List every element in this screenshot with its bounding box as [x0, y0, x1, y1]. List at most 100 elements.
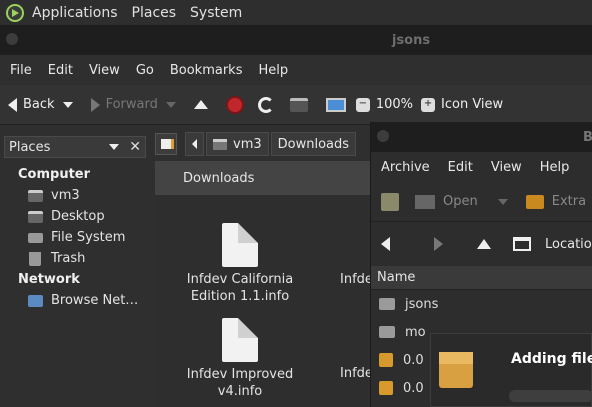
up-button[interactable] — [193, 100, 208, 109]
folder-icon — [379, 298, 395, 310]
open-icon — [415, 194, 435, 209]
back-label: Back — [23, 97, 55, 112]
breadcrumb-back[interactable] — [185, 132, 204, 156]
sidebar-selector-label: Places — [9, 139, 51, 155]
up-arrow-icon[interactable] — [477, 239, 491, 249]
up-arrow-icon — [193, 100, 208, 109]
menu-file[interactable]: File — [10, 63, 32, 78]
window-titlebar[interactable]: jsons — [0, 25, 592, 55]
reload-icon — [257, 96, 274, 113]
reload-button[interactable] — [257, 96, 274, 113]
sidebar-item-label: vm3 — [51, 188, 80, 203]
window-close-icon[interactable] — [377, 130, 389, 142]
forward-button[interactable]: Forward — [90, 97, 176, 112]
view-mode-select[interactable]: Icon View — [441, 97, 503, 112]
column-header-name[interactable]: Name — [371, 266, 592, 290]
menu-help[interactable]: Help — [258, 63, 288, 78]
list-item-label: jsons — [405, 296, 439, 312]
open-button[interactable]: Open — [443, 194, 478, 209]
sidebar-item-label: Desktop — [51, 209, 105, 224]
sidebar-item-vm3[interactable]: vm3 — [0, 185, 150, 206]
sidebar-item-desktop[interactable]: Desktop — [0, 206, 150, 227]
forward-arrow-icon — [90, 97, 100, 112]
archive-box-icon — [439, 352, 473, 388]
archive-nav: Locatio — [371, 222, 592, 266]
window-title: jsons — [391, 33, 431, 48]
back-button[interactable]: Back — [8, 97, 73, 112]
file-item[interactable]: Infdev Improved v4.info — [170, 318, 310, 400]
breadcrumb-label: vm3 — [233, 136, 262, 152]
breadcrumb-label: Downloads — [277, 136, 350, 152]
home-icon — [213, 138, 227, 150]
menu-applications[interactable]: Applications — [32, 5, 118, 21]
sidebar-item-label: File System — [51, 230, 126, 245]
sidebar-item-label: Trash — [51, 251, 86, 266]
breadcrumb-vm3[interactable]: vm3 — [206, 132, 269, 156]
archive-toolbar: Open Extra — [371, 182, 592, 222]
zoom-out-button[interactable]: − — [355, 97, 370, 112]
sidebar-item-file-system[interactable]: File System — [0, 227, 150, 248]
forward-label: Forward — [105, 97, 158, 112]
menu-system[interactable]: System — [190, 5, 242, 21]
drive-icon — [28, 232, 43, 243]
progress-dialog: Adding files — [430, 333, 592, 407]
menu-view[interactable]: View — [89, 63, 120, 78]
package-icon — [379, 353, 393, 367]
breadcrumb-downloads[interactable]: Downloads — [270, 132, 357, 156]
menu-bookmarks[interactable]: Bookmarks — [170, 63, 243, 78]
home-button[interactable] — [289, 97, 308, 112]
network-icon — [28, 294, 43, 307]
computer-button[interactable] — [325, 97, 346, 112]
new-archive-icon[interactable] — [381, 192, 399, 211]
menu-places[interactable]: Places — [132, 5, 177, 21]
chevron-down-icon[interactable] — [497, 198, 508, 205]
chevron-down-icon[interactable] — [165, 101, 176, 108]
toolbar: Back Forward − 100% + Icon View — [0, 85, 592, 125]
home-folder-icon — [28, 189, 43, 202]
menu-archive[interactable]: Archive — [381, 160, 430, 175]
menu-view[interactable]: View — [491, 160, 522, 175]
location-bar: vm3 Downloads — [155, 131, 385, 157]
menu-edit[interactable]: Edit — [48, 63, 73, 78]
menubar: Archive Edit View Help — [371, 152, 592, 182]
progress-bar — [509, 390, 592, 402]
close-icon[interactable]: ✕ — [129, 139, 141, 155]
window-titlebar[interactable]: B — [371, 122, 592, 152]
package-icon — [379, 381, 393, 395]
chevron-down-icon[interactable] — [109, 144, 120, 150]
sidebar-selector[interactable]: Places ✕ — [4, 136, 146, 158]
menu-go[interactable]: Go — [136, 63, 154, 78]
file-item[interactable]: Infdev California Edition 1.1.info — [170, 223, 310, 305]
file-name: Infdev Improved v4.info — [186, 367, 294, 399]
folder-icon — [379, 326, 395, 338]
menubar: File Edit View Go Bookmarks Help — [0, 55, 592, 85]
list-item-label: mo — [405, 324, 426, 340]
list-item-label: 0.0 — [403, 352, 424, 368]
window-title: B — [583, 130, 592, 145]
stop-button[interactable] — [225, 95, 244, 114]
home-icon[interactable] — [513, 237, 531, 251]
stop-icon — [225, 95, 244, 114]
zoom-in-button[interactable]: + — [421, 97, 436, 112]
computer-icon — [325, 97, 346, 112]
chevron-down-icon[interactable] — [62, 101, 73, 108]
edit-location-icon[interactable] — [155, 133, 177, 155]
top-panel: Applications Places System — [0, 0, 592, 25]
zoom-level: 100% — [375, 97, 414, 112]
extract-button[interactable]: Extra — [552, 194, 586, 209]
extract-icon — [525, 194, 544, 209]
document-icon — [222, 318, 258, 362]
sidebar-heading-computer: Computer — [18, 167, 91, 182]
forward-arrow-icon[interactable] — [434, 237, 443, 251]
list-item[interactable]: jsons — [371, 290, 592, 318]
zoom-in-icon: + — [421, 97, 436, 112]
back-arrow-icon[interactable] — [381, 237, 390, 251]
document-icon — [222, 223, 258, 267]
sidebar-item-browse-network[interactable]: Browse Net… — [0, 290, 150, 311]
home-icon — [289, 97, 308, 112]
menu-help[interactable]: Help — [540, 160, 570, 175]
progress-message: Adding files — [511, 351, 592, 367]
sidebar-item-trash[interactable]: Trash — [0, 248, 150, 269]
menu-edit[interactable]: Edit — [448, 160, 473, 175]
distro-logo-icon[interactable] — [6, 3, 24, 22]
